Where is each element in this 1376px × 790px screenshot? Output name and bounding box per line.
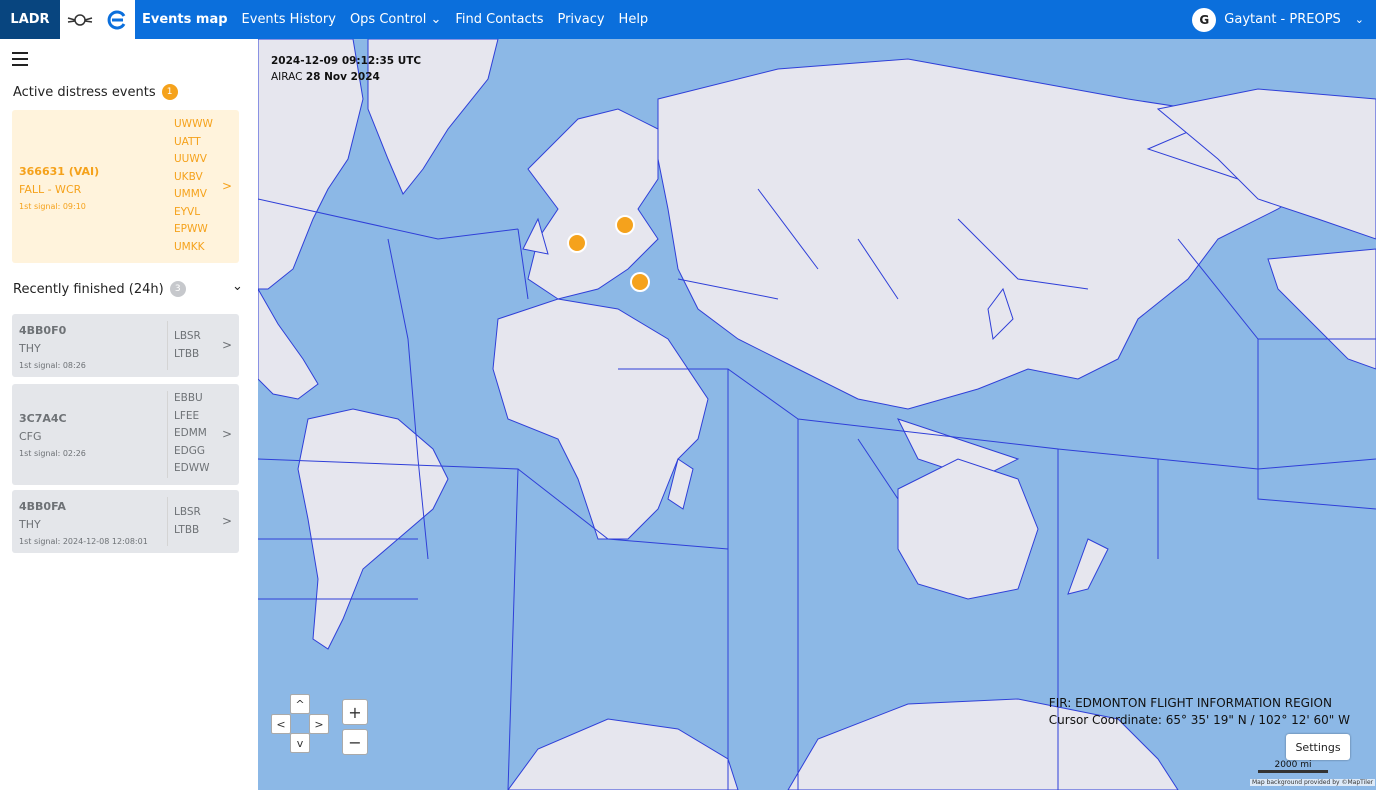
active-events-header: Active distress events 1 (13, 84, 178, 100)
finished-event-card[interactable]: 3C7A4C CFG 1st signal: 02:26 EBBU LFEE E… (12, 384, 239, 485)
pan-right-button[interactable]: > (309, 714, 329, 734)
zoom-out-button[interactable]: − (342, 729, 368, 755)
event-signal: 1st signal: 08:26 (19, 361, 86, 370)
map-settings-button[interactable]: Settings (1286, 734, 1350, 760)
active-event-card[interactable]: 366631 (VAI) FALL - WCR 1st signal: 09:1… (12, 110, 239, 263)
top-nav-bar: LADR Events map Events History Ops Contr… (0, 0, 1376, 39)
user-name: Gaytant - PREOPS (1224, 12, 1341, 27)
aircraft-marker-icon (630, 272, 650, 292)
map-cursor-info: FIR: EDMONTON FLIGHT INFORMATION REGION … (1049, 695, 1350, 729)
map-land (507, 718, 739, 790)
event-id: 4BB0FA (19, 500, 66, 513)
map-timestamp: 2024-12-09 09:12:35 UTC (271, 55, 422, 67)
nav-find-contacts[interactable]: Find Contacts (448, 0, 550, 39)
event-fir-list: EBBU LFEE EDMM EDGG EDWW (174, 392, 210, 474)
event-id: 4BB0F0 (19, 324, 67, 337)
chevron-right-icon: > (221, 514, 232, 528)
pan-up-button[interactable]: ^ (290, 694, 310, 714)
nav-ops-control[interactable]: Ops Control ⌄ (343, 0, 448, 39)
event-fir-list: LBSR LTBB (174, 506, 201, 536)
event-signal: 1st signal: 02:26 (19, 449, 86, 458)
aircraft-marker-icon (567, 233, 587, 253)
event-id: 3C7A4C (19, 412, 67, 425)
events-map[interactable]: 2024-12-09 09:12:35 UTC AIRAC 28 Nov 202… (258, 39, 1376, 790)
cursor-coordinate: Cursor Coordinate: 65° 35' 19" N / 102° … (1048, 713, 1350, 727)
active-count-badge: 1 (161, 84, 178, 100)
chevron-right-icon: > (221, 179, 232, 193)
nav-privacy[interactable]: Privacy (550, 0, 611, 39)
zoom-in-button[interactable]: + (342, 699, 368, 725)
map-land (1267, 248, 1376, 370)
map-land (897, 458, 1039, 600)
user-avatar: G (1192, 7, 1217, 32)
collapse-chevron-icon[interactable]: ⌄ (232, 279, 243, 294)
chevron-down-icon: ⌄ (1354, 13, 1364, 26)
user-menu[interactable]: G Gaytant - PREOPS ⌄ (1192, 0, 1364, 39)
airac-info: AIRAC 28 Nov 2024 (271, 71, 380, 83)
event-type: FALL - WCR (19, 183, 82, 196)
aircraft-marker-icon (615, 215, 635, 235)
event-signal: 1st signal: 09:10 (19, 202, 86, 211)
card-divider (167, 321, 168, 370)
fir-info: FIR: EDMONTON FLIGHT INFORMATION REGION (1048, 696, 1332, 710)
hamburger-menu-icon[interactable] (12, 52, 28, 66)
finished-events-header: Recently finished (24h) 3 (13, 281, 186, 297)
map-attribution: Map background provided by ©MapTiler (1250, 779, 1376, 786)
finished-count-badge: 3 (169, 281, 186, 297)
wings-logo-icon (67, 13, 92, 26)
finished-event-card[interactable]: 4BB0F0 THY 1st signal: 08:26 LBSR LTBB > (12, 314, 239, 377)
nav-events-history[interactable]: Events History (235, 0, 343, 39)
nav-events-map[interactable]: Events map (135, 0, 235, 39)
map-canvas[interactable] (258, 39, 1376, 790)
events-sidebar: Active distress events 1 366631 (VAI) FA… (0, 39, 258, 790)
map-land (258, 287, 319, 400)
brand-logos (60, 0, 135, 39)
pan-down-button[interactable]: v (290, 733, 310, 753)
event-operator: THY (19, 342, 41, 355)
event-fir-list: LBSR LTBB (174, 330, 201, 360)
event-id: 366631 (VAI) (19, 165, 100, 178)
event-fir-list: UWWW UATT UUWV UKBV UMMV EYVL EPWW UMKK (174, 118, 213, 253)
finished-event-card[interactable]: 4BB0FA THY 1st signal: 2024-12-08 12:08:… (12, 490, 239, 553)
map-time-info: 2024-12-09 09:12:35 UTC AIRAC 28 Nov 202… (271, 53, 421, 85)
map-scale-bar: 2000 mi (1258, 760, 1328, 773)
event-signal: 1st signal: 2024-12-08 12:08:01 (19, 537, 148, 546)
event-operator: CFG (19, 430, 42, 443)
card-divider (167, 391, 168, 478)
pan-left-button[interactable]: < (271, 714, 291, 734)
card-divider (167, 497, 168, 546)
map-land (1067, 538, 1109, 595)
app-logo[interactable]: LADR (0, 0, 60, 39)
main-nav: Events map Events History Ops Control ⌄ … (135, 0, 655, 39)
map-land (527, 108, 659, 300)
eurocontrol-logo-icon (107, 10, 126, 29)
event-operator: THY (19, 518, 41, 531)
chevron-right-icon: > (221, 427, 232, 441)
nav-help[interactable]: Help (612, 0, 656, 39)
chevron-right-icon: > (221, 338, 232, 352)
